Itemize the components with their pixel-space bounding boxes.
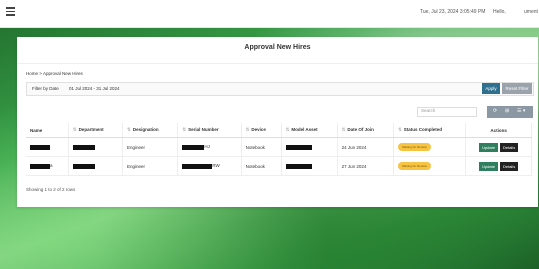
reset-filter-button[interactable]: Reset Filter [502,83,532,94]
cell-status: Waiting for Review [393,137,467,157]
table-row: Engineer HJ Notebook 24 Jun 2024 Waiting… [26,137,532,157]
cell-serial: RW [177,156,242,176]
main-card: Approval New Hires Home > Approval New H… [17,37,538,207]
page-title: Approval New Hires [244,44,311,51]
cell-serial: HJ [177,137,242,157]
cell-model-asset [281,156,338,176]
col-device[interactable]: ⇅ Device [241,123,282,138]
cell-designation: Engineer [122,137,179,157]
new-hires-table: Name ⇅ Department ⇅ Designation ⇅ Serial Nu… [26,123,532,176]
col-actions: Actions [465,123,532,138]
col-designation[interactable]: ⇅ Designation [122,123,179,138]
hamburger-menu-icon[interactable] [6,7,15,16]
update-button[interactable]: Update [479,161,498,171]
cell-department [68,137,124,157]
cell-status: Waiting for Review [393,156,467,176]
col-serial[interactable]: ⇅ Serial Number [177,123,242,138]
pagination-info: Showing 1 to 2 of 2 rows [26,187,76,192]
cell-date-join: 24 Jun 2024 [337,137,394,157]
user-name[interactable]: ument [524,9,538,15]
datetime: Tue, Jul 23, 2024 3:05:49 PM [420,9,486,15]
top-bar: Tue, Jul 23, 2024 3:05:49 PM Hello, umen… [0,0,539,28]
update-button[interactable]: Update [479,142,498,152]
cell-actions: Update Details [465,156,532,176]
search-placeholder: Search [421,108,436,113]
columns-menu-icon[interactable]: ☰ ▾ [517,108,525,114]
cell-device: Notebook [241,156,282,176]
apply-button[interactable]: Apply [482,83,500,94]
status-badge: Waiting for Review [397,143,431,151]
table-header-row: Name ⇅ Department ⇅ Designation ⇅ Serial Nu… [26,123,532,138]
cell-designation: Engineer [122,156,179,176]
divider [17,63,538,64]
breadcrumb: Home > Approval New Hires [26,71,83,76]
search-input[interactable]: Search [417,107,477,117]
details-button[interactable]: Details [499,142,519,152]
table-row: a Engineer RW Notebook 27 Jun 2024 Waiti… [26,156,532,176]
refresh-icon[interactable]: ⟳ [493,108,497,114]
col-status[interactable]: ⇅ Status Completed [393,123,467,138]
col-model-asset[interactable]: ⇅ Model Asset [281,123,338,138]
cell-actions: Update Details [465,137,532,157]
date-filter: Filter by Date 01 Jul 2024 - 31 Jul 2024 [26,82,534,96]
col-department[interactable]: ⇅ Department [68,123,124,138]
cell-name: a [26,156,69,176]
col-date-join[interactable]: ⇅ Date Of Join [337,123,394,138]
table-toolbar: ⟳ ⊞ ☰ ▾ [487,106,533,118]
cell-device: Notebook [241,137,282,157]
breadcrumb-current: Approval New Hires [42,71,83,76]
cell-date-join: 27 Jun 2024 [337,156,394,176]
cell-name [26,137,69,157]
greeting: Hello, [493,9,506,15]
filter-label: Filter by Date [32,86,59,91]
grid-icon[interactable]: ⊞ [505,108,509,114]
cell-model-asset [281,137,338,157]
cell-department [68,156,124,176]
details-button[interactable]: Details [499,161,519,171]
col-name[interactable]: Name [26,123,69,138]
date-range-input[interactable]: 01 Jul 2024 - 31 Jul 2024 [69,86,120,91]
status-badge: Waiting for Review [397,162,431,170]
breadcrumb-separator: > [39,71,42,76]
breadcrumb-home[interactable]: Home [26,71,38,76]
